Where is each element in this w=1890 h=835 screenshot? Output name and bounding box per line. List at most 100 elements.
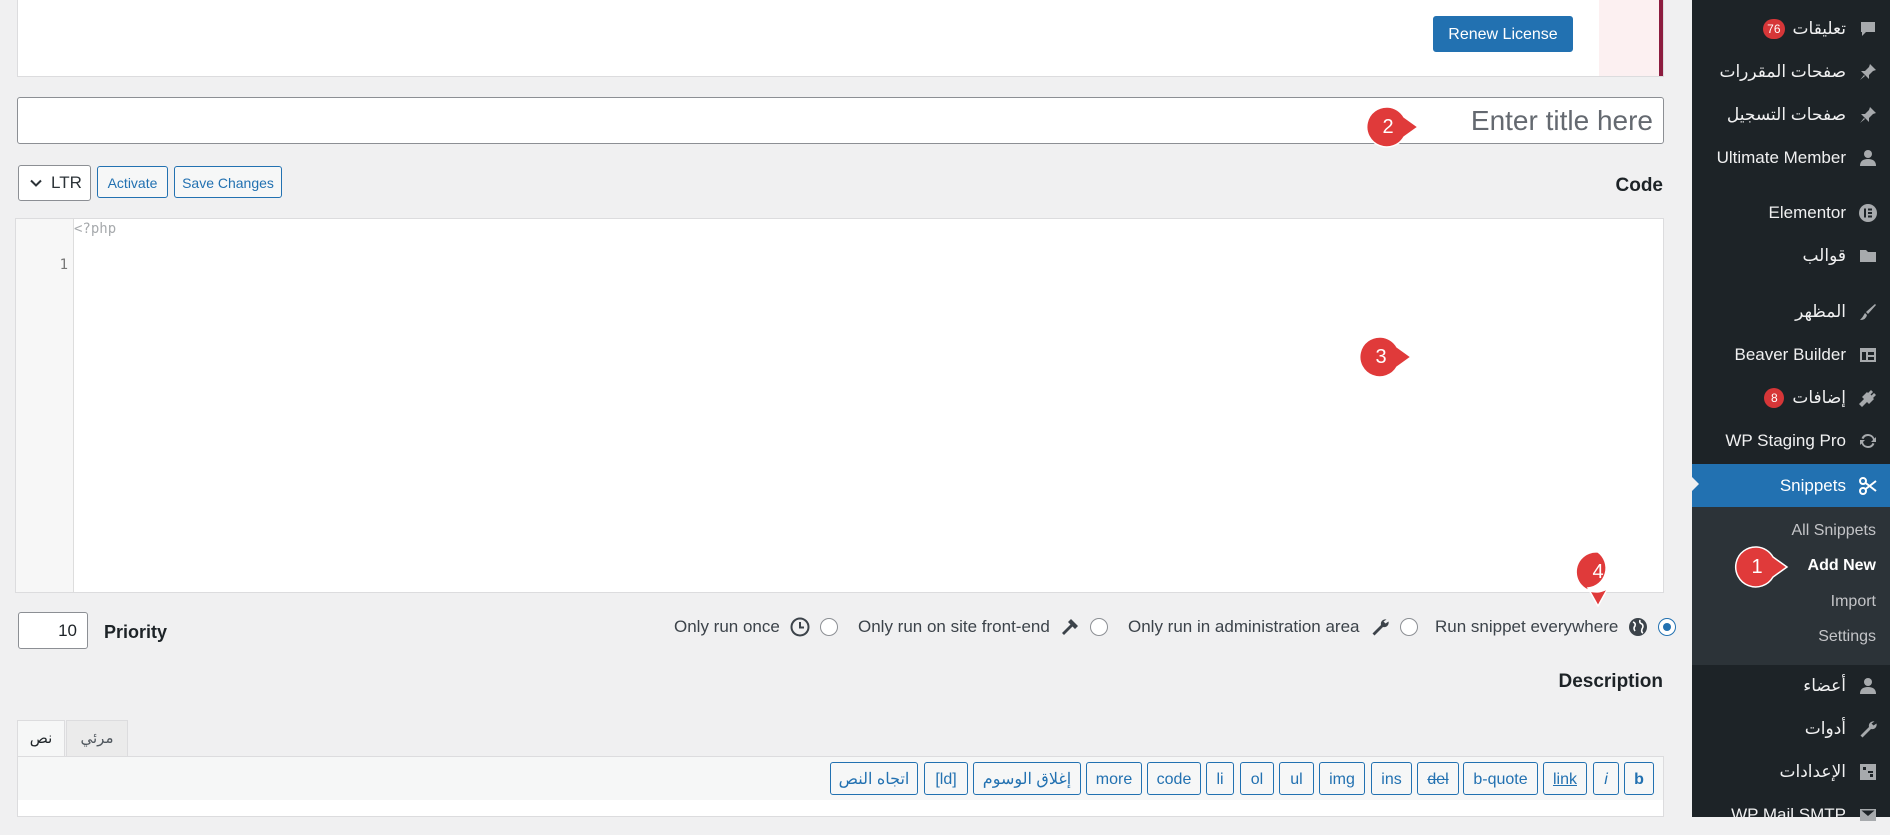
- quicktag-ld-button[interactable]: [ld]: [924, 762, 968, 795]
- sidebar-item-label: صفحات المقررات: [1719, 62, 1846, 81]
- quicktag-ol-button[interactable]: ol: [1240, 762, 1274, 795]
- sidebar-item-label: أعضاء: [1803, 676, 1846, 695]
- php-open-tag: <?php: [74, 221, 117, 237]
- scope-radio-everywhere[interactable]: [1658, 618, 1677, 636]
- description-heading: Description: [1558, 671, 1663, 692]
- license-notice-accent: [1599, 0, 1663, 76]
- user-icon: [1858, 676, 1878, 696]
- quicktag-italic-button[interactable]: i: [1593, 762, 1619, 795]
- quicktag-img-button[interactable]: img: [1319, 762, 1365, 795]
- sidebar-item-appearance[interactable]: المظهر: [1692, 292, 1890, 332]
- scope-option-admin[interactable]: Only run in administration area: [1122, 614, 1418, 640]
- code-editor[interactable]: <?php 1: [15, 218, 1664, 593]
- brush-icon: [1858, 302, 1878, 322]
- quicktag-ins-button[interactable]: ins: [1371, 762, 1412, 795]
- tab-text[interactable]: نص: [17, 720, 65, 757]
- direction-select[interactable]: LTR: [18, 165, 91, 201]
- sidebar-item-users[interactable]: أعضاء: [1692, 666, 1890, 706]
- submenu-item-settings[interactable]: Settings: [1818, 628, 1876, 646]
- sidebar-item-label: WP Mail SMTP: [1731, 805, 1846, 824]
- sidebar-item-beaver-builder[interactable]: Beaver Builder: [1692, 335, 1890, 375]
- submenu-item-add-new[interactable]: Add New: [1808, 557, 1876, 575]
- quicktag-li-button[interactable]: li: [1206, 762, 1234, 795]
- callout-number: 1: [1751, 556, 1763, 578]
- sidebar-item-label: WP Staging Pro: [1725, 431, 1846, 450]
- comment-icon: [1858, 19, 1878, 39]
- activate-button[interactable]: Activate: [97, 166, 168, 198]
- pin-icon: [1858, 105, 1878, 125]
- submenu-item-import[interactable]: Import: [1831, 593, 1876, 611]
- sync-icon: [1858, 431, 1878, 451]
- sidebar-item-label: صفحات التسجيل: [1726, 105, 1846, 124]
- scope-option-label: Run snippet everywhere: [1435, 617, 1619, 636]
- sidebar-item-label: أدوات: [1804, 719, 1846, 738]
- callout-marker-4: 4: [1575, 550, 1620, 608]
- quicktag-link-button[interactable]: link: [1543, 762, 1587, 795]
- callout-number: 3: [1375, 346, 1387, 368]
- sidebar-item-tools[interactable]: أدوات: [1692, 709, 1890, 749]
- sidebar-item-plugins[interactable]: 8 إضافات: [1692, 378, 1890, 418]
- scissors-icon: [1858, 476, 1878, 496]
- scope-option-everywhere[interactable]: Run snippet everywhere: [1429, 614, 1677, 640]
- priority-label: Priority: [104, 622, 168, 642]
- quicktag-close-tags-button[interactable]: إغلاق الوسوم: [973, 762, 1081, 795]
- description-editor-area[interactable]: [17, 800, 1664, 817]
- sidebar-item-snippets[interactable]: Snippets: [1691, 464, 1890, 507]
- renew-license-button[interactable]: Renew License: [1433, 16, 1573, 52]
- sidebar-item-course-pages[interactable]: صفحات المقررات: [1692, 52, 1890, 92]
- quicktag-ul-button[interactable]: ul: [1279, 762, 1314, 795]
- sidebar-item-label: Elementor: [1768, 203, 1846, 222]
- plugin-icon: [1858, 388, 1878, 408]
- callout-number: 2: [1382, 116, 1394, 138]
- code-gutter: [16, 219, 74, 592]
- callout-marker-2: 2: [1365, 105, 1420, 149]
- priority-input[interactable]: [18, 612, 88, 649]
- elementor-icon: [1858, 203, 1878, 223]
- quicktag-bold-button[interactable]: b: [1624, 762, 1654, 795]
- quicktag-more-button[interactable]: more: [1086, 762, 1142, 795]
- snippet-title-input[interactable]: [17, 97, 1664, 144]
- scope-option-once[interactable]: Only run once: [668, 614, 838, 640]
- sidebar-item-wp-staging-pro[interactable]: WP Staging Pro: [1692, 421, 1890, 461]
- scope-option-label: Only run in administration area: [1128, 617, 1360, 636]
- sidebar-item-wp-mail-smtp[interactable]: WP Mail SMTP: [1692, 795, 1890, 835]
- sidebar-item-templates[interactable]: قوالب: [1692, 236, 1890, 276]
- sidebar-item-settings[interactable]: الإعدادات: [1692, 752, 1890, 792]
- line-number: 1: [59, 257, 68, 273]
- sidebar-item-label: قوالب: [1802, 246, 1846, 265]
- scope-option-label: Only run on site front-end: [858, 617, 1050, 636]
- scope-radio-admin[interactable]: [1399, 618, 1418, 636]
- tab-visual[interactable]: مرئي: [66, 720, 128, 757]
- scope-radio-front-end[interactable]: [1089, 618, 1108, 636]
- scope-option-front-end[interactable]: Only run on site front-end: [852, 614, 1108, 640]
- callout-marker-3: 3: [1358, 335, 1413, 379]
- wrench-icon: [1858, 719, 1878, 739]
- table-icon: [1858, 345, 1878, 365]
- scope-radio-once[interactable]: [819, 618, 838, 636]
- sidebar-item-label: إضافات: [1792, 388, 1846, 407]
- folder-icon: [1858, 246, 1878, 266]
- submenu-item-all-snippets[interactable]: All Snippets: [1792, 522, 1877, 540]
- direction-select-value: LTR: [51, 173, 82, 192]
- quicktag-code-button[interactable]: code: [1147, 762, 1201, 795]
- callout-number: 4: [1592, 561, 1604, 583]
- save-changes-button[interactable]: Save Changes: [174, 166, 282, 198]
- code-heading: Code: [1615, 175, 1664, 196]
- callout-marker-1: 1: [1734, 545, 1789, 589]
- sidebar-item-comments[interactable]: 76 تعليقات: [1692, 9, 1890, 49]
- quicktag-del-button[interactable]: del: [1417, 762, 1459, 795]
- sidebar-item-registration-pages[interactable]: صفحات التسجيل: [1692, 95, 1890, 135]
- clock-icon: [790, 617, 810, 637]
- sidebar-item-label: Ultimate Member: [1716, 148, 1846, 167]
- admin-sidebar: 76 تعليقات صفحات المقررات صفحات التسجيل …: [1691, 0, 1890, 824]
- plugins-count-badge: 8: [1764, 388, 1785, 408]
- pin-icon: [1858, 62, 1878, 82]
- sidebar-item-elementor[interactable]: Elementor: [1692, 193, 1890, 233]
- sidebar-item-label: تعليقات: [1792, 19, 1846, 38]
- quicktag-text-direction-button[interactable]: اتجاه النص: [830, 762, 918, 795]
- comments-count-badge: 76: [1763, 19, 1785, 39]
- sidebar-item-ultimate-member[interactable]: Ultimate Member: [1692, 138, 1890, 178]
- quicktag-bquote-button[interactable]: b-quote: [1463, 762, 1538, 795]
- wrench-icon: [1370, 617, 1390, 637]
- globe-icon: [1628, 617, 1648, 637]
